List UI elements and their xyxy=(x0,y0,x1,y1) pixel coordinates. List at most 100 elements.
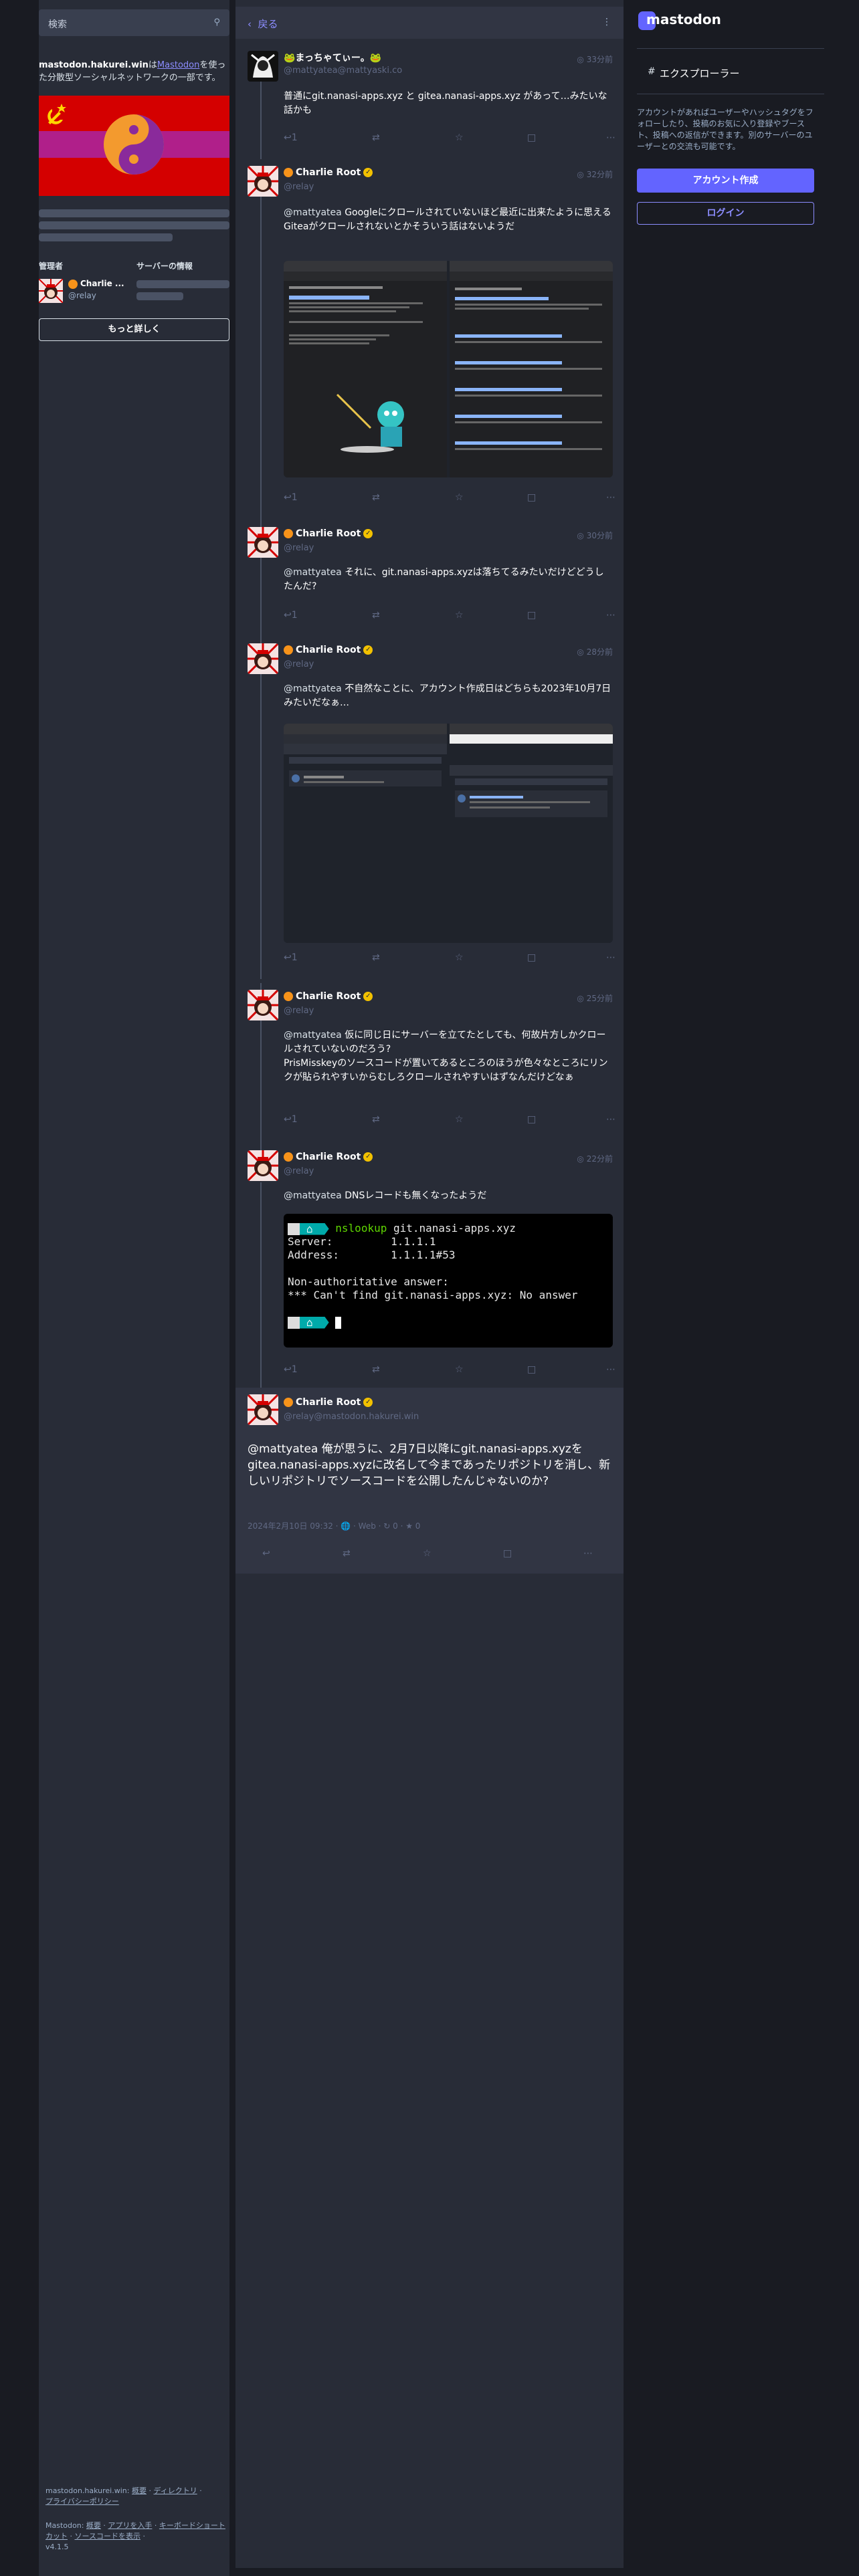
display-name[interactable]: Charlie Root ✓ xyxy=(284,528,373,539)
account-handle[interactable]: @mattyatea@mattyaski.co xyxy=(284,66,402,76)
more-icon[interactable]: ⋯ xyxy=(583,1548,593,1559)
status-item[interactable]: Charlie Root ✓ @relay ◎ 25分前 @mattyatea 仮… xyxy=(235,983,624,1144)
status-actions: ↩ 1 ⇄ ☆ □ ⋯ xyxy=(284,610,615,623)
bookmark-icon[interactable]: □ xyxy=(527,952,536,963)
account-handle[interactable]: @relay@mastodon.hakurei.win xyxy=(284,1412,419,1422)
favourite-icon[interactable]: ☆ xyxy=(455,610,464,621)
favourite-icon[interactable]: ☆ xyxy=(455,1364,464,1375)
account-handle[interactable]: @relay xyxy=(284,543,314,553)
status-item[interactable]: Charlie Root ✓ @relay ◎ 22分前 @mattyatea D… xyxy=(235,1144,624,1388)
bookmark-icon[interactable]: □ xyxy=(527,1114,536,1125)
footer-privacy-link[interactable]: プライバシーポリシー xyxy=(45,2497,119,2506)
avatar[interactable] xyxy=(248,1394,278,1425)
server-banner xyxy=(39,96,229,196)
footer-directory-link[interactable]: ディレクトリ xyxy=(153,2486,197,2495)
focused-status[interactable]: Charlie Root ✓ @relay@mastodon.hakurei.wi… xyxy=(235,1388,624,1574)
boost-icon[interactable]: ⇄ xyxy=(372,492,380,503)
explore-link[interactable]: # エクスプローラー xyxy=(637,59,824,86)
display-name[interactable]: Charlie Root ✓ xyxy=(284,1152,373,1162)
footer-about-link[interactable]: 概要 xyxy=(132,2486,147,2495)
learn-more-button[interactable]: もっと詳しく xyxy=(39,318,229,341)
more-icon[interactable]: ⋯ xyxy=(606,1114,615,1125)
reply-button[interactable]: ↩ 1 xyxy=(284,1114,298,1125)
reply-icon[interactable]: ↩ xyxy=(262,1548,270,1559)
more-icon[interactable]: ⋯ xyxy=(606,1364,615,1375)
terminal-screenshot[interactable]: ⌂ nslookup git.nanasi-apps.xyz Server: 1… xyxy=(284,1214,613,1348)
back-button[interactable]: ‹ 戻る xyxy=(248,17,278,31)
boost-icon[interactable]: ⇄ xyxy=(372,1114,380,1125)
display-name[interactable]: 🐸まっちゃてぃー。🐸 xyxy=(284,51,381,64)
column-settings-icon[interactable]: ⋮ xyxy=(602,17,611,27)
reply-button[interactable]: ↩ 1 xyxy=(284,1364,298,1375)
avatar[interactable] xyxy=(248,990,278,1021)
mention-link[interactable]: @mattyatea xyxy=(284,567,342,578)
account-handle[interactable]: @relay xyxy=(284,1166,314,1176)
timestamp[interactable]: ◎ 22分前 xyxy=(577,1153,613,1164)
mastodon-link[interactable]: Mastodon xyxy=(157,60,199,70)
verified-icon: ✓ xyxy=(363,529,373,538)
avatar[interactable] xyxy=(38,278,64,304)
display-name[interactable]: Charlie Root ✓ xyxy=(284,645,373,655)
timestamp[interactable]: ◎ 28分前 xyxy=(577,646,613,657)
footer-get-app-link[interactable]: アプリを入手 xyxy=(108,2521,152,2530)
admin-name[interactable]: Charlie ... xyxy=(68,279,128,289)
search-input[interactable]: 検索 ⚲ xyxy=(39,9,229,36)
mention-link[interactable]: @mattyatea xyxy=(248,1442,318,1456)
more-icon[interactable]: ⋯ xyxy=(606,952,615,963)
footer-about2-link[interactable]: 概要 xyxy=(86,2521,101,2530)
more-icon[interactable]: ⋯ xyxy=(606,610,615,621)
timestamp[interactable]: ◎ 25分前 xyxy=(577,992,613,1004)
mention-link[interactable]: @mattyatea xyxy=(284,207,342,218)
favourite-icon[interactable]: ☆ xyxy=(455,952,464,963)
reply-button[interactable]: ↩ 1 xyxy=(284,132,298,143)
reply-button[interactable]: ↩ 1 xyxy=(284,492,298,503)
boost-icon[interactable]: ⇄ xyxy=(372,1364,380,1375)
more-icon[interactable]: ⋯ xyxy=(606,492,615,503)
favourite-icon[interactable]: ☆ xyxy=(423,1548,432,1559)
footer-source-link[interactable]: ソースコードを表示 xyxy=(75,2532,140,2541)
timestamp[interactable]: ◎ 32分前 xyxy=(577,169,613,180)
mention-link[interactable]: @mattyatea xyxy=(284,1030,342,1041)
boost-icon[interactable]: ⇄ xyxy=(372,952,380,963)
status-item[interactable]: Charlie Root ✓ @relay ◎ 30分前 @mattyatea そ… xyxy=(235,506,624,637)
bookmark-icon[interactable]: □ xyxy=(527,132,536,143)
reply-button[interactable]: ↩ 1 xyxy=(284,610,298,621)
mention-link[interactable]: @mattyatea xyxy=(284,1190,342,1201)
account-handle[interactable]: @relay xyxy=(284,182,314,192)
avatar[interactable] xyxy=(248,51,278,82)
search-icon[interactable]: ⚲ xyxy=(213,17,220,27)
status-item[interactable]: Charlie Root ✓ @relay ◎ 28分前 @mattyatea 不… xyxy=(235,637,624,979)
mention-link[interactable]: @mattyatea xyxy=(284,683,342,694)
favourite-icon[interactable]: ☆ xyxy=(455,132,464,143)
avatar[interactable] xyxy=(248,527,278,558)
status-item[interactable]: Charlie Root ✓ @relay ◎ 32分前 @mattyatea G… xyxy=(235,159,624,506)
favourite-icon[interactable]: ☆ xyxy=(455,1114,464,1125)
bookmark-icon[interactable]: □ xyxy=(527,1364,536,1375)
avatar[interactable] xyxy=(248,166,278,197)
display-name[interactable]: Charlie Root ✓ xyxy=(284,991,373,1002)
bookmark-icon[interactable]: □ xyxy=(503,1548,512,1559)
mastodon-logo[interactable]: mastodon xyxy=(637,10,771,33)
timestamp[interactable]: ◎ 30分前 xyxy=(577,530,613,541)
timestamp[interactable]: ◎ 33分前 xyxy=(577,53,613,65)
bookmark-icon[interactable]: □ xyxy=(527,492,536,503)
media-gallery[interactable] xyxy=(284,261,613,477)
bookmark-icon[interactable]: □ xyxy=(527,610,536,621)
more-icon[interactable]: ⋯ xyxy=(606,132,615,143)
boost-icon[interactable]: ⇄ xyxy=(372,132,380,143)
media-gallery[interactable] xyxy=(284,724,613,943)
display-name[interactable]: Charlie Root ✓ xyxy=(284,167,373,178)
boost-icon[interactable]: ⇄ xyxy=(343,1548,351,1559)
admin-handle[interactable]: @relay xyxy=(68,291,96,300)
avatar[interactable] xyxy=(248,1150,278,1181)
avatar[interactable] xyxy=(248,643,278,674)
favourite-icon[interactable]: ☆ xyxy=(455,492,464,503)
account-handle[interactable]: @relay xyxy=(284,1006,314,1016)
reply-button[interactable]: ↩ 1 xyxy=(284,952,298,963)
signup-button[interactable]: アカウント作成 xyxy=(637,169,814,193)
boost-icon[interactable]: ⇄ xyxy=(372,610,380,621)
display-name[interactable]: Charlie Root ✓ xyxy=(284,1397,373,1408)
account-handle[interactable]: @relay xyxy=(284,659,314,669)
login-button[interactable]: ログイン xyxy=(637,202,814,225)
status-item[interactable]: 🐸まっちゃてぃー。🐸 @mattyatea@mattyaski.co ◎ 33分… xyxy=(235,45,624,159)
